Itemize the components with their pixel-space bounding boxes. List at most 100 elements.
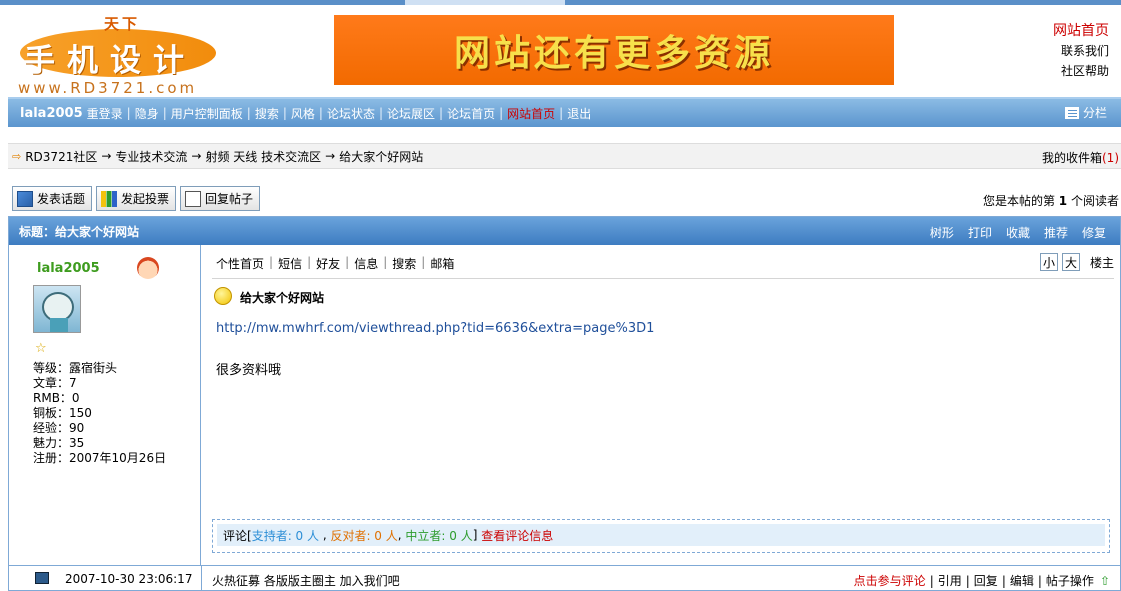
post-title: 给大家个好网站 (55, 224, 140, 239)
rank-star-icon: ☆ (35, 341, 47, 356)
breadcrumb-community[interactable]: RD3721社区 (25, 148, 97, 165)
user-link-home[interactable]: 个性首页 (216, 255, 264, 272)
tool-recommend[interactable]: 推荐 (1044, 224, 1068, 241)
tool-favorite[interactable]: 收藏 (1006, 224, 1030, 241)
post-ops-action[interactable]: 帖子操作 (1046, 572, 1094, 589)
reply-button[interactable]: 回复帖子 (180, 186, 261, 211)
ad-banner[interactable]: 网站还有更多资源 (334, 15, 894, 85)
nav-invisible[interactable]: 隐身 (135, 105, 159, 122)
font-size-controls: 小 大 楼主 (1039, 253, 1114, 271)
inbox-link[interactable]: 我的收件箱(1) (1042, 149, 1119, 166)
comment-action[interactable]: 点击参与评论 (854, 572, 926, 589)
post-message: 很多资料哦 (216, 363, 282, 378)
post-title-bar: 标题： 给大家个好网站 树形 打印 收藏 推荐 修复 (9, 217, 1120, 245)
user-links: 个性首页 | 短信 | 好友 | 信息 | 搜索 | 邮箱 (216, 255, 455, 272)
user-link-friend[interactable]: 好友 (316, 255, 340, 272)
comment-oppose[interactable]: 反对者: 0 人 (330, 527, 397, 544)
stat-exp: 经验：90 (33, 421, 85, 435)
stat-posts: 文章：7 (33, 376, 77, 390)
divider (212, 278, 1114, 279)
comment-neutral[interactable]: 中立者: 0 人 (405, 527, 472, 544)
nav-site-home[interactable]: 网站首页 (507, 105, 555, 122)
author-stats: 等级：露宿街头 文章：7 RMB：0 铜板：150 经验：90 魅力：35 注册… (33, 361, 166, 466)
list-icon (1064, 106, 1079, 119)
edit-action[interactable]: 编辑 (1010, 572, 1034, 589)
avatar[interactable] (33, 285, 81, 333)
nav-forum-home[interactable]: 论坛首页 (447, 105, 495, 122)
tool-tree[interactable]: 树形 (930, 224, 954, 241)
reply-action[interactable]: 回复 (974, 572, 998, 589)
main-nav: lala2005 重登录 | 隐身 | 用户控制面板 | 搜索 | 风格 | 论坛状态 | … (8, 97, 1121, 127)
inbox-label: 我的收件箱 (1041, 151, 1102, 165)
quote-action[interactable]: 引用 (938, 572, 962, 589)
post-container: 标题： 给大家个好网站 树形 打印 收藏 推荐 修复 lala2005 ☆ 等级… (8, 216, 1121, 591)
contact-link[interactable]: 联系我们 (1053, 41, 1109, 61)
nav-control-panel[interactable]: 用户控制面板 (171, 105, 243, 122)
new-poll-button[interactable]: 发起投票 (96, 186, 177, 211)
smiley-icon (214, 287, 232, 305)
column-toggle[interactable]: 分栏 (1064, 104, 1107, 121)
tool-repair[interactable]: 修复 (1082, 224, 1106, 241)
post-actions: 发表话题 发起投票 回复帖子 (12, 186, 261, 211)
post-date: 2007-10-30 23:06:17 (65, 572, 193, 586)
view-comments-link[interactable]: 查看评论信息 (481, 527, 553, 544)
new-poll-label: 发起投票 (121, 192, 170, 206)
logo-url: www.RD3721.com (18, 79, 198, 97)
stat-copper: 铜板：150 (33, 406, 92, 420)
poll-chart-icon (101, 190, 118, 207)
breadcrumb-tech[interactable]: 专业技术交流 (115, 148, 187, 165)
author-panel: lala2005 ☆ 等级：露宿街头 文章：7 RMB：0 铜板：150 经验：… (9, 245, 201, 565)
floor-label: 楼主 (1089, 255, 1114, 270)
logo-tianxia: 天下 (104, 15, 141, 33)
nav-forum-gallery[interactable]: 论坛展区 (387, 105, 435, 122)
logo-brand: 手机设计 (24, 43, 196, 79)
tool-print[interactable]: 打印 (968, 224, 992, 241)
post-subject: 给大家个好网站 (240, 291, 325, 305)
column-toggle-label: 分栏 (1082, 106, 1107, 120)
site-logo[interactable]: 天下 手机设计 www.RD3721.com (12, 11, 222, 97)
header-links: 网站首页 联系我们 社区帮助 (1053, 21, 1109, 81)
comment-support[interactable]: 支持者: 0 人 (252, 527, 319, 544)
nav-logout[interactable]: 退出 (567, 105, 591, 122)
breadcrumb: ⇨ RD3721社区 → 专业技术交流 → 射频 天线 技术交流区 → 给大家个… (8, 143, 1121, 169)
stat-level: 等级：露宿街头 (33, 361, 118, 375)
nav-style[interactable]: 风格 (291, 105, 315, 122)
new-topic-label: 发表话题 (37, 192, 86, 206)
post-ops: 点击参与评论 | 引用 | 回复 | 编辑 | 帖子操作 ⇧ (853, 572, 1110, 589)
nav-relogin[interactable]: 重登录 (87, 105, 123, 122)
comment-box: 评论[ 支持者: 0 人 , 反对者: 0 人, 中立者: 0 人 ] 查看评论… (212, 519, 1110, 553)
title-label: 标题： (19, 224, 56, 239)
nav-forum-status[interactable]: 论坛状态 (327, 105, 375, 122)
new-topic-button[interactable]: 发表话题 (12, 186, 93, 211)
font-small-button[interactable]: 小 (1039, 253, 1058, 271)
stat-charm: 魅力：35 (33, 436, 85, 450)
author-name[interactable]: lala2005 (37, 261, 100, 276)
font-large-button[interactable]: 大 (1061, 253, 1080, 271)
post-tools: 树形 打印 收藏 推荐 修复 (930, 224, 1106, 241)
computer-icon (35, 572, 49, 584)
breadcrumb-arrow-icon: ⇨ (12, 149, 22, 163)
breadcrumb-current: 给大家个好网站 (339, 149, 424, 164)
reply-doc-icon (185, 190, 202, 207)
user-link-info[interactable]: 信息 (354, 255, 378, 272)
user-link-search[interactable]: 搜索 (392, 255, 416, 272)
inbox-count: (1) (1102, 151, 1119, 165)
gender-avatar-icon (137, 257, 159, 279)
breadcrumb-rf[interactable]: 射频 天线 技术交流区 (205, 148, 321, 165)
recruit-link[interactable]: 火热征募 各版版主圈主 加入我们吧 (212, 572, 400, 589)
help-link[interactable]: 社区帮助 (1053, 61, 1109, 81)
reader-count: 您是本帖的第 1 个阅读者 (982, 194, 1119, 208)
user-link-mail[interactable]: 邮箱 (430, 255, 454, 272)
nav-search[interactable]: 搜索 (255, 105, 279, 122)
post-body: 个性首页 | 短信 | 好友 | 信息 | 搜索 | 邮箱 小 大 楼主 给大家个好网站 … (202, 245, 1120, 565)
site-header: 天下 手机设计 www.RD3721.com 网站还有更多资源 网站首页 联系我… (8, 5, 1121, 97)
site-home-link[interactable]: 网站首页 (1053, 21, 1109, 41)
banner-text: 网站还有更多资源 (453, 33, 774, 74)
new-topic-icon (17, 190, 33, 207)
post-footer: 2007-10-30 23:06:17 火热征募 各版版主圈主 加入我们吧 点击… (9, 565, 1120, 591)
user-link-sms[interactable]: 短信 (278, 255, 302, 272)
nav-username[interactable]: lala2005 (20, 106, 83, 121)
scroll-top-icon[interactable]: ⇧ (1100, 574, 1110, 588)
post-link[interactable]: http://mw.mwhrf.com/viewthread.php?tid=6… (216, 321, 654, 336)
stat-rmb: RMB：0 (33, 391, 80, 405)
